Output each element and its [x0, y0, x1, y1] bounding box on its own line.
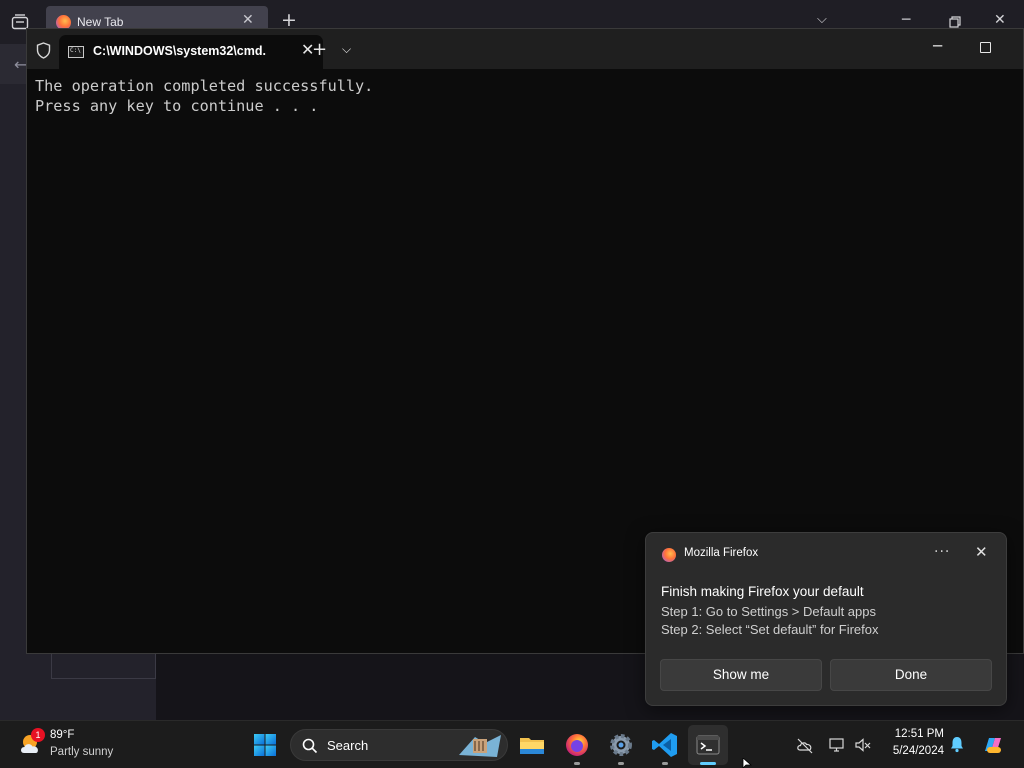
terminal-icon[interactable]: [692, 729, 724, 761]
app-running-indicator: [662, 762, 668, 765]
terminal-output[interactable]: The operation completed successfully. Pre…: [35, 76, 373, 116]
done-button[interactable]: Done: [830, 659, 992, 691]
show-me-button[interactable]: Show me: [660, 659, 822, 691]
shield-icon[interactable]: [36, 42, 51, 59]
file-explorer-icon[interactable]: [516, 729, 548, 761]
firefox-taskbar-icon[interactable]: [561, 729, 593, 761]
search-label: Search: [327, 738, 369, 753]
taskbar: 1 89°F Partly sunny Search 12:51 PM 5/24…: [0, 720, 1024, 768]
terminal-output-line: The operation completed successfully.: [35, 77, 374, 95]
notification-bell-icon[interactable]: [948, 735, 966, 753]
notification-app-name: Mozilla Firefox: [684, 547, 759, 559]
search-icon: [302, 738, 318, 754]
firefox-minimize-icon[interactable]: ─: [902, 12, 910, 28]
app-active-indicator: [700, 762, 716, 765]
notification-line: Step 1: Go to Settings > Default apps: [661, 604, 876, 619]
terminal-minimize-icon[interactable]: ─: [933, 37, 942, 55]
firefox-close-icon[interactable]: ✕: [994, 12, 1006, 28]
terminal-tab-title: C:\WINDOWS\system32\cmd.: [93, 44, 266, 58]
app-running-indicator: [618, 762, 624, 765]
notification-title: Finish making Firefox your default: [661, 584, 864, 599]
terminal-titlebar: C:\ C:\WINDOWS\system32\cmd. ✕ + ⌵ ─: [27, 29, 1023, 69]
terminal-maximize-icon[interactable]: [980, 42, 991, 53]
app-running-indicator: [574, 762, 580, 765]
chevron-down-icon[interactable]: ⌵: [817, 12, 827, 27]
weather-alert-badge: 1: [31, 728, 45, 742]
settings-gear-icon[interactable]: [605, 729, 637, 761]
close-tab-icon[interactable]: ✕: [242, 12, 254, 28]
volume-muted-icon[interactable]: [854, 736, 872, 754]
weather-temperature: 89°F: [50, 729, 75, 741]
vscode-icon[interactable]: [649, 729, 681, 761]
firefox-tab-title: New Tab: [77, 15, 124, 29]
firefox-icon: [662, 548, 676, 562]
notification-toast[interactable]: Mozilla Firefox ··· ✕ Finish making Fire…: [645, 532, 1007, 706]
search-highlight-image-icon: [459, 735, 501, 757]
terminal-new-tab-icon[interactable]: +: [312, 39, 327, 60]
mouse-cursor-icon: [742, 758, 752, 768]
copilot-icon[interactable]: [981, 733, 1005, 757]
cmd-icon: C:\: [68, 46, 84, 58]
chevron-down-icon[interactable]: ⌵: [342, 42, 351, 57]
firefox-panel-box: [51, 654, 156, 679]
close-icon[interactable]: ✕: [975, 543, 988, 561]
firefox-restore-icon[interactable]: [949, 16, 961, 28]
clock-date[interactable]: 5/24/2024: [878, 745, 944, 757]
network-icon[interactable]: [828, 736, 846, 754]
windows-start-icon[interactable]: [253, 733, 277, 757]
onedrive-offline-icon[interactable]: [796, 736, 814, 754]
terminal-tab-cmd[interactable]: C:\ C:\WINDOWS\system32\cmd. ✕: [59, 35, 323, 69]
terminal-output-line: Press any key to continue . . .: [35, 97, 319, 115]
weather-condition: Partly sunny: [50, 746, 114, 758]
notification-line: Step 2: Select “Set default” for Firefox: [661, 622, 879, 637]
more-options-icon[interactable]: ···: [934, 544, 950, 560]
taskbar-search-box[interactable]: Search: [290, 729, 508, 761]
clock-time[interactable]: 12:51 PM: [882, 728, 944, 740]
